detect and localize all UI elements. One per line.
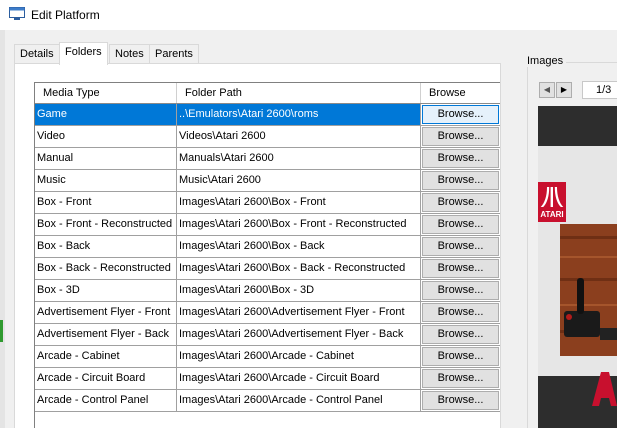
folder-path-cell[interactable]: Images\Atari 2600\Arcade - Control Panel xyxy=(177,390,421,411)
browse-button[interactable]: Browse... xyxy=(422,303,499,322)
tab-details[interactable]: Details xyxy=(14,44,60,64)
folder-path-cell[interactable]: Images\Atari 2600\Box - Front - Reconstr… xyxy=(177,214,421,235)
table-row[interactable]: Advertisement Flyer - Front Images\Atari … xyxy=(35,302,500,324)
folder-path-cell[interactable]: Images\Atari 2600\Arcade - Cabinet xyxy=(177,346,421,367)
table-row[interactable]: Box - Front - Reconstructed Images\Atari … xyxy=(35,214,500,236)
browse-cell: Browse... xyxy=(421,236,500,257)
window-title: Edit Platform xyxy=(31,8,100,22)
table-row[interactable]: Advertisement Flyer - Back Images\Atari 2… xyxy=(35,324,500,346)
browse-button[interactable]: Browse... xyxy=(422,391,499,410)
media-type-cell[interactable]: Manual xyxy=(35,148,177,169)
browse-cell: Browse... xyxy=(421,390,500,411)
triangle-left-icon: ◀ xyxy=(543,85,551,94)
browse-cell: Browse... xyxy=(421,214,500,235)
media-type-cell[interactable]: Advertisement Flyer - Front xyxy=(35,302,177,323)
browse-cell: Browse... xyxy=(421,126,500,147)
image-page-counter: 1/3 xyxy=(582,81,617,99)
image-preview: ATARI xyxy=(538,106,617,428)
table-row[interactable]: Game ..\Emulators\Atari 2600\roms Browse..… xyxy=(35,104,500,126)
media-type-cell[interactable]: Box - Front xyxy=(35,192,177,213)
browse-button[interactable]: Browse... xyxy=(422,171,499,190)
grid-rows: Game ..\Emulators\Atari 2600\roms Browse..… xyxy=(35,104,500,412)
folder-path-cell[interactable]: Manuals\Atari 2600 xyxy=(177,148,421,169)
browse-cell: Browse... xyxy=(421,104,500,125)
browse-button[interactable]: Browse... xyxy=(422,347,499,366)
folder-path-cell[interactable]: Music\Atari 2600 xyxy=(177,170,421,191)
browse-button[interactable]: Browse... xyxy=(422,325,499,344)
previous-image-button[interactable]: ◀ xyxy=(539,82,555,98)
browse-cell: Browse... xyxy=(421,192,500,213)
column-header-folder-path[interactable]: Folder Path xyxy=(177,83,421,103)
media-type-cell[interactable]: Arcade - Circuit Board xyxy=(35,368,177,389)
next-image-button[interactable]: ▶ xyxy=(556,82,572,98)
media-type-cell[interactable]: Arcade - Control Panel xyxy=(35,390,177,411)
folder-path-cell[interactable]: Images\Atari 2600\Advertisement Flyer - … xyxy=(177,302,421,323)
column-header-browse[interactable]: Browse xyxy=(421,83,500,103)
folders-grid[interactable]: Media Type Folder Path Browse Game ..\Emu… xyxy=(34,82,500,428)
folder-path-cell[interactable]: Images\Atari 2600\Box - Back - Reconstru… xyxy=(177,258,421,279)
browse-button[interactable]: Browse... xyxy=(422,105,499,124)
media-type-cell[interactable]: Game xyxy=(35,104,177,125)
media-type-cell[interactable]: Video xyxy=(35,126,177,147)
triangle-right-icon: ▶ xyxy=(560,85,568,94)
folder-path-cell[interactable]: Images\Atari 2600\Box - Back xyxy=(177,236,421,257)
browse-button[interactable]: Browse... xyxy=(422,127,499,146)
media-type-cell[interactable]: Music xyxy=(35,170,177,191)
folder-path-cell[interactable]: ..\Emulators\Atari 2600\roms xyxy=(177,104,421,125)
media-type-cell[interactable]: Box - Back xyxy=(35,236,177,257)
window-icon xyxy=(9,7,25,20)
media-type-cell[interactable]: Arcade - Cabinet xyxy=(35,346,177,367)
table-row[interactable]: Arcade - Cabinet Images\Atari 2600\Arcade… xyxy=(35,346,500,368)
browse-button[interactable]: Browse... xyxy=(422,193,499,212)
browse-button[interactable]: Browse... xyxy=(422,369,499,388)
folder-path-cell[interactable]: Images\Atari 2600\Arcade - Circuit Board xyxy=(177,368,421,389)
folder-path-cell[interactable]: Videos\Atari 2600 xyxy=(177,126,421,147)
browse-button[interactable]: Browse... xyxy=(422,281,499,300)
grid-header: Media Type Folder Path Browse xyxy=(35,83,500,104)
folder-path-cell[interactable]: Images\Atari 2600\Box - Front xyxy=(177,192,421,213)
browse-button[interactable]: Browse... xyxy=(422,237,499,256)
table-row[interactable]: Box - Back - Reconstructed Images\Atari 2… xyxy=(35,258,500,280)
tab-parents[interactable]: Parents xyxy=(149,44,199,64)
table-row[interactable]: Music Music\Atari 2600 Browse... xyxy=(35,170,500,192)
table-row[interactable]: Box - Back Images\Atari 2600\Box - Back Br… xyxy=(35,236,500,258)
column-header-media-type[interactable]: Media Type xyxy=(35,83,177,103)
browse-button[interactable]: Browse... xyxy=(422,149,499,168)
tab-folders[interactable]: Folders xyxy=(59,42,108,65)
browse-cell: Browse... xyxy=(421,302,500,323)
folder-path-cell[interactable]: Images\Atari 2600\Advertisement Flyer - … xyxy=(177,324,421,345)
table-row[interactable]: Box - 3D Images\Atari 2600\Box - 3D Browse… xyxy=(35,280,500,302)
browse-button[interactable]: Browse... xyxy=(422,259,499,278)
atari-box-art: ATARI xyxy=(538,106,617,428)
folder-path-cell[interactable]: Images\Atari 2600\Box - 3D xyxy=(177,280,421,301)
images-group-label: Images xyxy=(524,55,567,67)
background-window-mark xyxy=(0,320,3,342)
media-type-cell[interactable]: Advertisement Flyer - Back xyxy=(35,324,177,345)
atari-logo-text: ATARI xyxy=(540,210,563,219)
media-type-cell[interactable]: Box - Front - Reconstructed xyxy=(35,214,177,235)
browse-cell: Browse... xyxy=(421,346,500,367)
browse-cell: Browse... xyxy=(421,280,500,301)
browse-cell: Browse... xyxy=(421,324,500,345)
background-window-edge xyxy=(0,30,5,428)
table-row[interactable]: Box - Front Images\Atari 2600\Box - Front… xyxy=(35,192,500,214)
browse-cell: Browse... xyxy=(421,148,500,169)
table-row[interactable]: Video Videos\Atari 2600 Browse... xyxy=(35,126,500,148)
browse-cell: Browse... xyxy=(421,170,500,191)
browse-cell: Browse... xyxy=(421,368,500,389)
media-type-cell[interactable]: Box - Back - Reconstructed xyxy=(35,258,177,279)
media-type-cell[interactable]: Box - 3D xyxy=(35,280,177,301)
table-row[interactable]: Arcade - Control Panel Images\Atari 2600\… xyxy=(35,390,500,412)
tab-notes[interactable]: Notes xyxy=(109,44,150,64)
table-row[interactable]: Arcade - Circuit Board Images\Atari 2600\… xyxy=(35,368,500,390)
browse-cell: Browse... xyxy=(421,258,500,279)
title-bar: Edit Platform xyxy=(0,0,617,30)
table-row[interactable]: Manual Manuals\Atari 2600 Browse... xyxy=(35,148,500,170)
browse-button[interactable]: Browse... xyxy=(422,215,499,234)
